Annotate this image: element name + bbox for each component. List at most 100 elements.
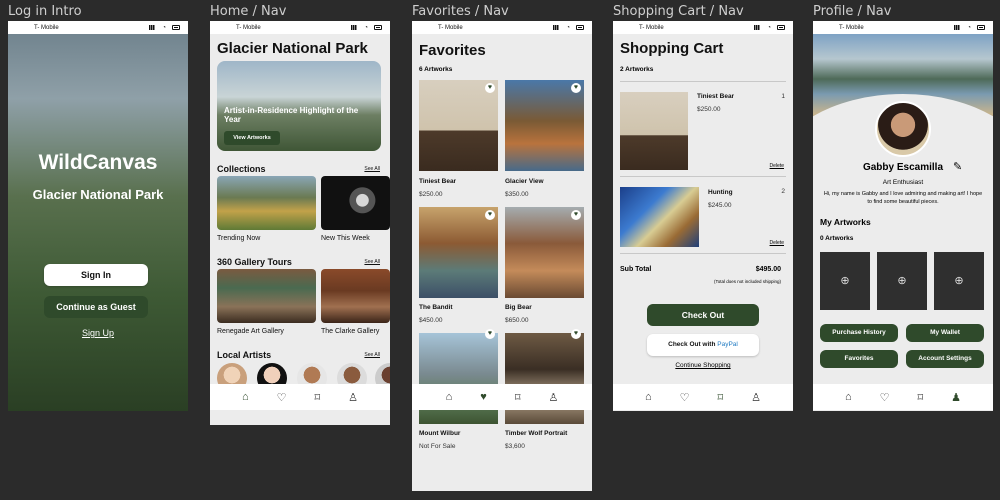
profile-bio: Hi, my name is Gabby and I love admiring… [823,191,983,205]
cart-item-qty[interactable]: 2 [781,188,785,195]
artwork-image[interactable]: ♥ [505,80,584,171]
heart-icon[interactable]: ♡ [277,391,287,404]
see-all-link[interactable]: See All [364,259,380,265]
artwork-name: Big Bear [505,304,532,311]
heart-icon[interactable]: ♥ [571,210,581,220]
hero-text: Artist-in-Residence Highlight of the Yea… [224,106,359,124]
artwork-image[interactable]: ♥ [505,207,584,298]
cart-item-image[interactable] [620,187,699,247]
tag-icon[interactable]: ⌑ [315,391,321,404]
artwork-price: $3,600 [505,443,525,450]
user-icon[interactable]: ♙ [751,391,761,404]
shipping-note: (Total does not included shipping) [713,279,781,284]
favorites-screen: T- Mobile ◔ Favorites 6 Artworks ♥ ♥ Tin… [412,21,592,491]
cart-item-name: Tiniest Bear [697,93,735,100]
heart-icon[interactable]: ♡ [680,391,690,404]
artwork-name: The Bandit [419,304,453,311]
sign-up-link[interactable]: Sign Up [8,328,188,338]
artwork-name: Glacier View [505,178,544,185]
frame-label-login: Log in Intro [8,4,82,19]
home-screen: T- Mobile ◔ Glacier National Park Artist… [210,21,390,425]
continue-shopping-link[interactable]: Continue Shopping [613,362,793,369]
tag-icon[interactable]: ⌑ [718,391,724,404]
hero-banner[interactable]: Artist-in-Residence Highlight of the Yea… [217,61,381,151]
tour-card[interactable] [321,269,390,323]
tour-card[interactable] [217,269,316,323]
signal-icon [954,25,962,30]
add-artwork-slot[interactable]: ⊕ [877,252,927,310]
heart-icon[interactable]: ♥ [485,329,495,339]
add-artwork-slot[interactable]: ⊕ [820,252,870,310]
plus-circle-icon: ⊕ [954,275,964,287]
carrier-label: T- Mobile [236,24,261,31]
collection-label: New This Week [321,235,370,242]
checkout-button[interactable]: Check Out [647,304,759,326]
heart-icon[interactable]: ♥ [485,83,495,93]
collection-card[interactable] [321,176,390,230]
signal-icon [553,25,561,30]
tab-bar: ⌂ ♡ ⌑ ♟ [813,384,993,410]
heart-icon[interactable]: ♥ [480,391,487,403]
cart-screen: T- Mobile ◔ Shopping Cart 2 Artworks Tin… [613,21,793,411]
cart-item-price: $245.00 [708,202,732,209]
purchase-history-button[interactable]: Purchase History [820,324,898,342]
sign-in-button[interactable]: Sign In [44,264,148,286]
paypal-button[interactable]: Check Out with PayPal [647,334,759,356]
edit-icon[interactable]: ✎ [953,160,962,173]
see-all-link[interactable]: See All [364,352,380,358]
user-icon[interactable]: ♙ [348,391,358,404]
collections-title: Collections [217,164,266,174]
wifi-icon: ◔ [967,24,971,31]
heart-icon[interactable]: ♥ [485,210,495,220]
tag-icon[interactable]: ⌑ [918,391,924,404]
artwork-name: Mount Wilbur [419,430,461,437]
my-artworks-title: My Artworks [820,217,871,227]
wifi-icon: ◔ [566,24,570,31]
artwork-name: Timber Wolf Portrait [505,430,568,437]
home-icon[interactable]: ⌂ [645,391,652,403]
user-icon[interactable]: ♙ [548,391,558,404]
cart-item-qty[interactable]: 1 [781,93,785,100]
view-artworks-button[interactable]: View Artworks [224,131,280,145]
battery-icon [172,25,180,30]
home-icon[interactable]: ⌂ [845,391,852,403]
frame-label-profile: Profile / Nav [813,4,892,19]
status-bar: T- Mobile ◔ [210,21,390,34]
my-wallet-button[interactable]: My Wallet [906,324,984,342]
frame-label-favorites: Favorites / Nav [412,4,509,19]
paypal-prefix: Check Out with [668,341,716,348]
artwork-count: 0 Artworks [820,235,854,242]
artwork-image[interactable]: ♥ [419,80,498,171]
tour-label: Renegade Art Gallery [217,328,284,335]
cart-item-image[interactable] [620,92,688,170]
battery-icon [576,25,584,30]
signal-icon [149,25,157,30]
home-icon[interactable]: ⌂ [242,391,249,403]
tag-icon[interactable]: ⌑ [515,391,521,404]
account-settings-button[interactable]: Account Settings [906,350,984,368]
artists-header: Local Artists See All [217,350,380,360]
artwork-image[interactable]: ♥ [419,329,498,424]
home-icon[interactable]: ⌂ [446,391,453,403]
heart-icon[interactable]: ♡ [880,391,890,404]
app-title: WildCanvas [38,151,158,174]
delete-link[interactable]: Delete [770,163,784,169]
artwork-image[interactable]: ♥ [505,329,584,424]
collection-card[interactable] [217,176,316,230]
status-bar: T- Mobile ◔ [8,21,188,34]
delete-link[interactable]: Delete [770,240,784,246]
heart-icon[interactable]: ♥ [571,83,581,93]
add-artwork-slot[interactable]: ⊕ [934,252,984,310]
heart-icon[interactable]: ♥ [571,329,581,339]
tours-header: 360 Gallery Tours See All [217,257,380,267]
artwork-image[interactable]: ♥ [419,207,498,298]
status-bar: T- Mobile ◔ [613,21,793,34]
artwork-price: $350.00 [505,191,529,198]
user-icon[interactable]: ♟ [951,391,961,404]
battery-icon [777,25,785,30]
profile-avatar[interactable] [875,101,931,157]
see-all-link[interactable]: See All [364,166,380,172]
continue-guest-button[interactable]: Continue as Guest [44,296,148,318]
carrier-label: T- Mobile [438,24,463,31]
favorites-button[interactable]: Favorites [820,350,898,368]
